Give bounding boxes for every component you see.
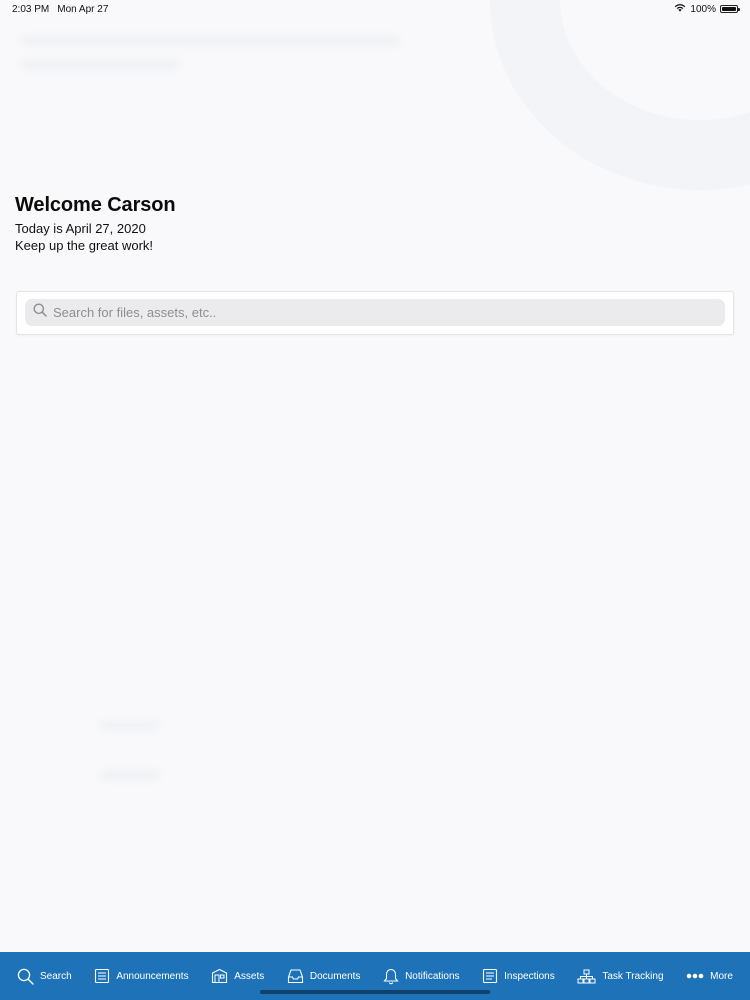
inspections-icon	[482, 968, 498, 984]
documents-icon	[287, 968, 304, 984]
tab-task-tracking[interactable]: Task Tracking	[570, 963, 670, 990]
background-decoration	[490, 0, 750, 190]
tab-announcements[interactable]: Announcements	[87, 962, 195, 990]
status-date: Mon Apr 27	[57, 3, 109, 15]
tab-label: Documents	[309, 970, 361, 982]
tab-label: Task Tracking	[602, 970, 664, 982]
tab-label: Search	[40, 970, 72, 982]
tab-more[interactable]: More	[679, 965, 740, 988]
wifi-icon	[674, 3, 686, 15]
background-blur	[20, 36, 400, 46]
search-icon	[17, 968, 34, 985]
search-field[interactable]	[25, 299, 725, 326]
announcements-icon	[94, 968, 110, 984]
search-card	[17, 292, 733, 334]
background-blur	[100, 720, 160, 730]
tab-notifications[interactable]: Notifications	[376, 962, 466, 991]
battery-percent: 100%	[690, 3, 716, 15]
more-icon	[686, 973, 704, 979]
status-time: 2:03 PM	[12, 3, 50, 15]
background-blur	[100, 770, 160, 780]
tab-documents[interactable]: Documents	[280, 962, 368, 990]
tab-inspections[interactable]: Inspections	[475, 962, 562, 990]
background-blur	[20, 60, 180, 70]
app-screen: 2:03 PM Mon Apr 27 100% Welcome Carson T…	[0, 0, 750, 1000]
home-indicator[interactable]	[260, 990, 490, 994]
task-tracking-icon	[577, 969, 596, 984]
assets-icon	[211, 968, 228, 984]
today-date: Today is April 27, 2020	[15, 221, 146, 236]
tab-search[interactable]: Search	[10, 962, 79, 991]
bell-icon	[383, 968, 399, 985]
tab-label: Inspections	[504, 970, 555, 982]
tab-bar: Search Announcements Assets Documents No…	[0, 952, 750, 1000]
tab-label: Notifications	[405, 970, 460, 982]
welcome-title: Welcome Carson	[15, 194, 176, 216]
search-icon	[33, 303, 47, 322]
search-input[interactable]	[53, 305, 717, 320]
status-bar: 2:03 PM Mon Apr 27 100%	[0, 0, 750, 18]
tab-label: More	[710, 970, 733, 982]
tab-label: Announcements	[116, 970, 189, 982]
battery-icon	[720, 5, 740, 13]
welcome-message: Keep up the great work!	[15, 238, 154, 253]
tab-assets[interactable]: Assets	[204, 962, 271, 990]
welcome-section: Welcome Carson Today is April 27, 2020 K…	[15, 194, 176, 253]
tab-label: Assets	[234, 970, 265, 982]
